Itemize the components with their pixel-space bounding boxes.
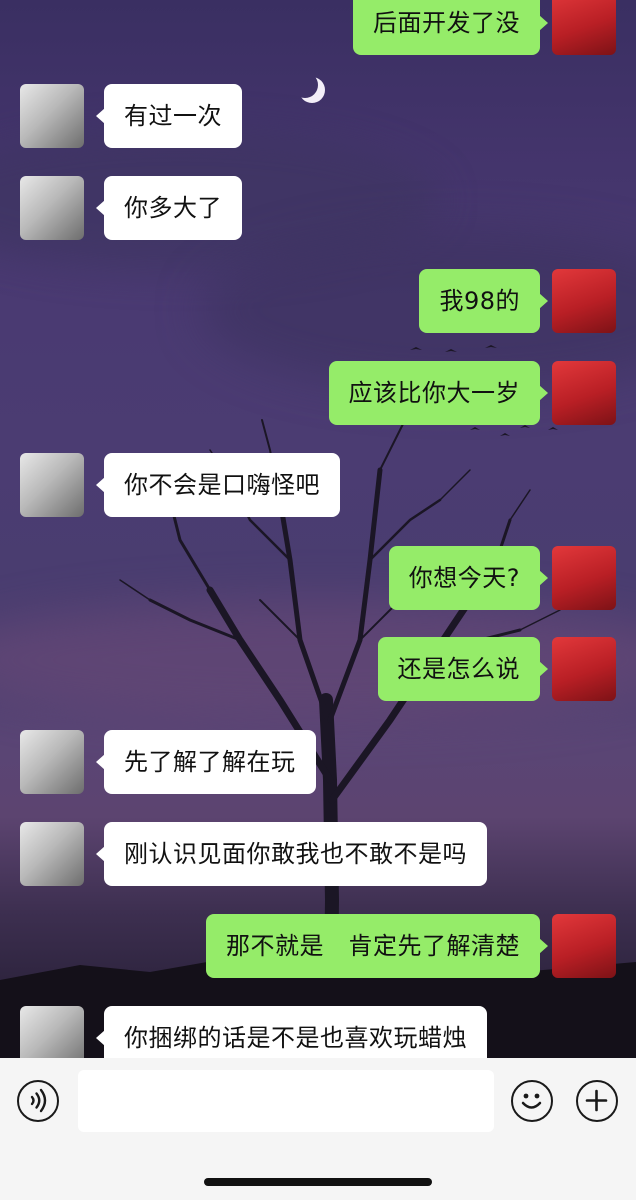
avatar-me[interactable] — [552, 361, 616, 425]
avatar-contact[interactable] — [20, 730, 84, 794]
avatar-contact[interactable] — [20, 822, 84, 886]
avatar-contact[interactable] — [20, 176, 84, 240]
avatar-me[interactable] — [552, 269, 616, 333]
emoji-button[interactable] — [511, 1080, 553, 1122]
avatar-me[interactable] — [552, 914, 616, 978]
avatar-me[interactable] — [552, 637, 616, 701]
plus-icon — [585, 1089, 608, 1112]
message-bubble-sent[interactable]: 应该比你大一岁 — [328, 361, 548, 425]
message-bubble-sent[interactable]: 我98的 — [419, 269, 548, 333]
message-bubble-received[interactable]: 你不会是口嗨怪吧 — [96, 453, 340, 517]
voice-icon — [30, 1088, 47, 1113]
emoji-icon — [521, 1093, 542, 1109]
message-bubble-received[interactable]: 先了解了解在玩 — [96, 730, 316, 794]
message-bubble-received[interactable]: 刚认识见面你敢我也不敢不是吗 — [96, 822, 487, 886]
chat-screen: 后面开发了没 有过一次 你多大了 我98的 应该比你大一岁 你不会是口嗨怪吧 你… — [0, 0, 636, 1200]
message-bubble-sent[interactable]: 你想今天? — [388, 546, 549, 610]
avatar-me[interactable] — [552, 546, 616, 610]
message-bubble-received[interactable]: 你多大了 — [96, 176, 242, 240]
message-bubble-received[interactable]: 有过一次 — [96, 84, 242, 148]
message-bubble-sent[interactable]: 后面开发了没 — [353, 0, 548, 55]
avatar-contact[interactable] — [20, 453, 84, 517]
message-bubble-sent[interactable]: 那不就是 肯定先了解清楚 — [206, 914, 548, 978]
plus-button[interactable] — [576, 1080, 618, 1122]
message-bubble-sent[interactable]: 还是怎么说 — [377, 637, 548, 701]
message-input[interactable] — [78, 1070, 494, 1132]
home-indicator[interactable] — [204, 1178, 432, 1186]
avatar-contact[interactable] — [20, 84, 84, 148]
chat-input-bar — [0, 1058, 636, 1200]
avatar-me[interactable] — [552, 0, 616, 55]
voice-button[interactable] — [17, 1080, 59, 1122]
